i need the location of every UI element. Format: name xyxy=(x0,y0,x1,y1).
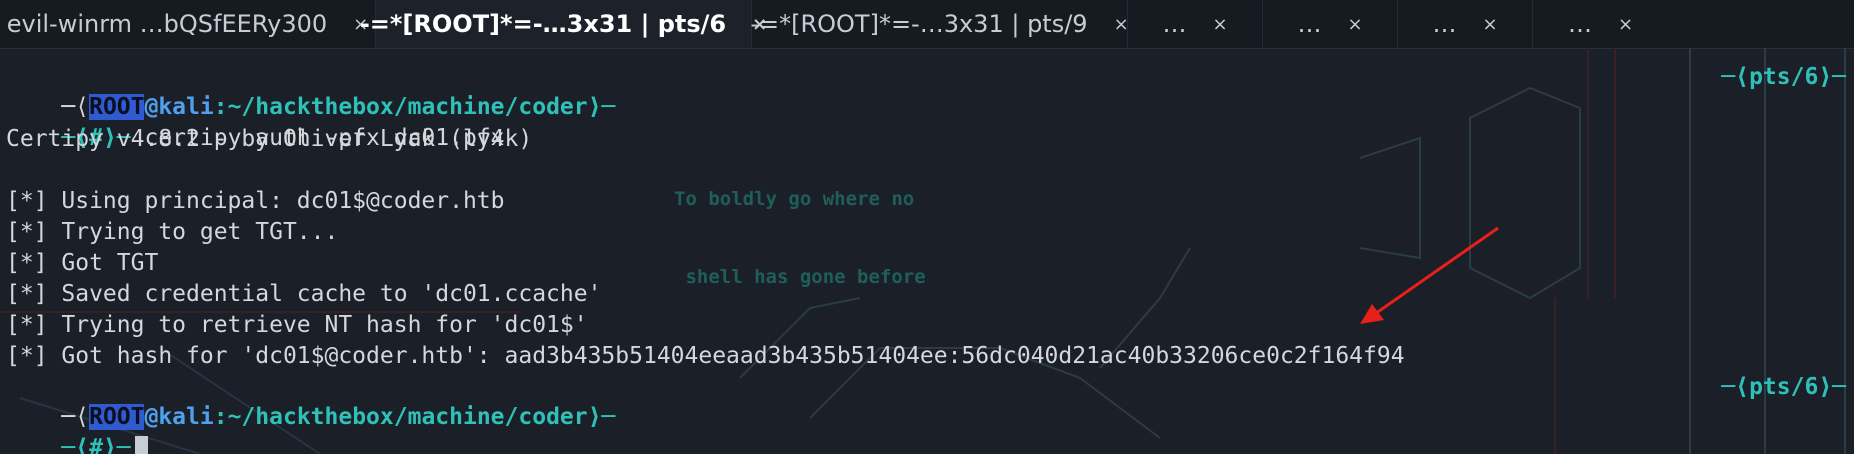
tab-label: … xyxy=(1432,10,1457,38)
tab-root-pts6[interactable]: -=*[ROOT]*=-…3x31 | pts/6 × xyxy=(360,0,767,48)
tab-label: -=*[ROOT]*=-…3x31 | pts/9 xyxy=(750,10,1088,38)
terminal-pane[interactable]: To boldly go where no shell has gone bef… xyxy=(0,48,1854,454)
tab-label: … xyxy=(1297,10,1322,38)
close-icon[interactable]: × xyxy=(1618,14,1633,35)
tab-bar: evil-winrm …bQSfEERy300 × -=*[ROOT]*=-…3… xyxy=(0,0,1854,49)
tab-label: evil-winrm …bQSfEERy300 xyxy=(6,10,328,38)
tab-evil-winrm[interactable]: evil-winrm …bQSfEERy300 × xyxy=(0,0,376,48)
tab-label: -=*[ROOT]*=-…3x31 | pts/6 xyxy=(359,10,727,38)
tab-root-pts9[interactable]: -=*[ROOT]*=-…3x31 | pts/9 × xyxy=(750,0,1129,48)
tab-label: … xyxy=(1567,10,1592,38)
tab-collapsed[interactable]: … × xyxy=(1263,0,1398,48)
tab-collapsed[interactable]: … × xyxy=(1398,0,1533,48)
close-icon[interactable]: × xyxy=(1482,14,1497,35)
close-icon[interactable]: × xyxy=(1347,14,1362,35)
tab-collapsed[interactable]: … × xyxy=(1128,0,1263,48)
annotation-arrow xyxy=(1360,226,1499,324)
close-icon[interactable]: × xyxy=(1212,14,1227,35)
tab-label: … xyxy=(1162,10,1187,38)
tab-collapsed[interactable]: … × xyxy=(1533,0,1668,48)
close-icon[interactable]: × xyxy=(1114,14,1129,35)
